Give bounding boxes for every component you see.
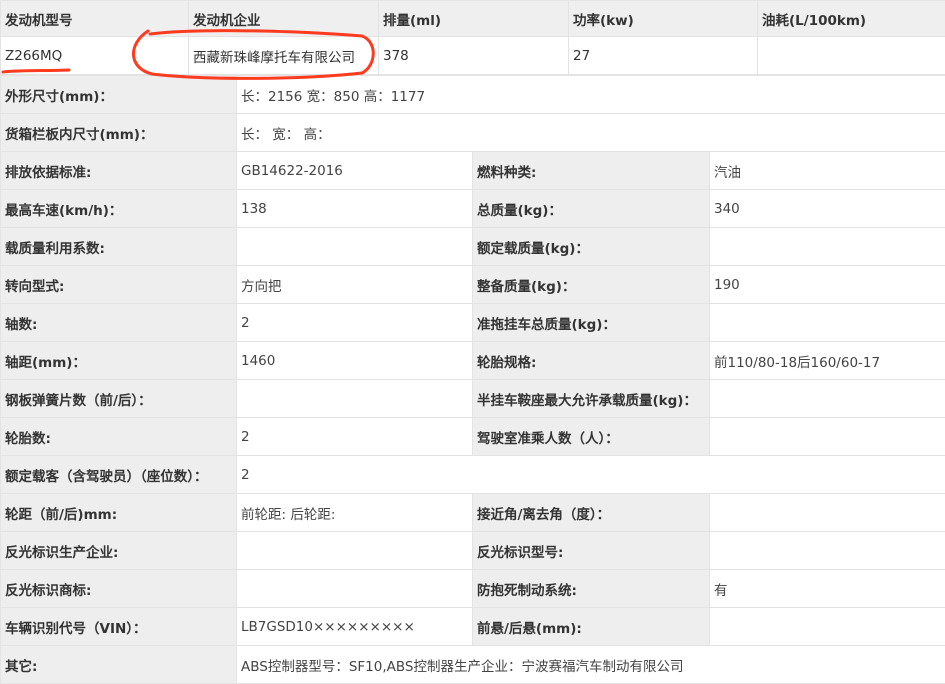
spec-value: 有 bbox=[708, 569, 945, 608]
engine-table-header: 发动机型号 发动机企业 排量(ml) 功率(kw) 油耗(L/100km) bbox=[0, 0, 945, 37]
header-fuel-consumption: 油耗(L/100km) bbox=[757, 0, 945, 37]
spec-row: 轮胎数: 2 驾驶室准乘人数（人）： bbox=[0, 417, 945, 456]
spec-value bbox=[236, 227, 473, 266]
spec-value: 2 bbox=[236, 417, 473, 456]
spec-label: 燃料种类: bbox=[472, 151, 710, 190]
power-value: 27 bbox=[568, 36, 758, 75]
spec-value: 汽油 bbox=[708, 151, 945, 190]
spec-value bbox=[236, 379, 473, 418]
displacement-value: 378 bbox=[378, 36, 569, 75]
spec-value bbox=[708, 303, 945, 342]
spec-label: 反光标识商标: bbox=[0, 569, 237, 608]
spec-value: 前轮距: 后轮距: bbox=[236, 493, 473, 532]
spec-value bbox=[708, 531, 945, 570]
spec-label: 车辆识别代号（VIN）： bbox=[0, 607, 237, 646]
spec-row-dimensions: 外形尺寸(mm)： 长：2156 宽：850 高：1177 bbox=[0, 75, 945, 114]
spec-label: 其它: bbox=[0, 645, 237, 684]
spec-value: ABS控制器型号：SF10,ABS控制器生产企业：宁波赛福汽车制动有限公司 bbox=[235, 645, 945, 684]
spec-row-cargo-dimensions: 货箱栏板内尺寸(mm)： 长： 宽： 高： bbox=[0, 113, 945, 152]
spec-label: 半挂车鞍座最大允许承载质量(kg)： bbox=[472, 379, 710, 418]
spec-row: 转向型式: 方向把 整备质量(kg)： 190 bbox=[0, 265, 945, 304]
spec-value bbox=[708, 493, 945, 532]
spec-row: 钢板弹簧片数（前/后）： 半挂车鞍座最大允许承载质量(kg)： bbox=[0, 379, 945, 418]
header-engine-model: 发动机型号 bbox=[0, 0, 189, 37]
spec-label: 轴数: bbox=[0, 303, 237, 342]
spec-table: 外形尺寸(mm)： 长：2156 宽：850 高：1177 货箱栏板内尺寸(mm… bbox=[0, 75, 945, 684]
spec-row: 反光标识生产企业: 反光标识型号: bbox=[0, 531, 945, 570]
spec-value bbox=[236, 569, 473, 608]
spec-value bbox=[708, 227, 945, 266]
vehicle-spec-page: 发动机型号 发动机企业 排量(ml) 功率(kw) 油耗(L/100km) Z2… bbox=[0, 0, 945, 684]
header-power: 功率(kw) bbox=[568, 0, 758, 37]
spec-label: 反光标识型号: bbox=[472, 531, 710, 570]
spec-value: 2 bbox=[235, 455, 945, 494]
engine-company-value: 西藏新珠峰摩托车有限公司 bbox=[188, 36, 379, 75]
spec-label: 反光标识生产企业: bbox=[0, 531, 237, 570]
spec-row: 轴距(mm)： 1460 轮胎规格: 前110/80-18后160/60-17 bbox=[0, 341, 945, 380]
spec-label: 额定载质量(kg)： bbox=[472, 227, 710, 266]
spec-label: 钢板弹簧片数（前/后）： bbox=[0, 379, 237, 418]
spec-label: 轴距(mm)： bbox=[0, 341, 237, 380]
spec-row: 轴数: 2 准拖挂车总质量(kg)： bbox=[0, 303, 945, 342]
spec-row-other: 其它: ABS控制器型号：SF10,ABS控制器生产企业：宁波赛福汽车制动有限公… bbox=[0, 645, 945, 684]
spec-value: GB14622-2016 bbox=[236, 151, 473, 190]
spec-row: 最高车速(km/h)： 138 总质量(kg)： 340 bbox=[0, 189, 945, 228]
spec-value: 前110/80-18后160/60-17 bbox=[708, 341, 945, 380]
spec-value: 190 bbox=[708, 265, 945, 304]
spec-row-seats: 额定载客（含驾驶员）（座位数）： 2 bbox=[0, 455, 945, 494]
fuel-consumption-value bbox=[757, 36, 945, 75]
spec-value: 长：2156 宽：850 高：1177 bbox=[235, 75, 945, 114]
spec-label: 排放依据标准: bbox=[0, 151, 237, 190]
spec-row: 车辆识别代号（VIN）： LB7GSD10××××××××× 前悬/后悬(mm)… bbox=[0, 607, 945, 646]
spec-value: 方向把 bbox=[236, 265, 473, 304]
engine-table-row: Z266MQ 西藏新珠峰摩托车有限公司 378 27 bbox=[0, 36, 945, 75]
engine-model-value: Z266MQ bbox=[0, 36, 189, 75]
spec-value bbox=[708, 607, 945, 646]
spec-label: 轮距（前/后)mm: bbox=[0, 493, 237, 532]
spec-label: 驾驶室准乘人数（人）： bbox=[472, 417, 710, 456]
spec-row: 反光标识商标: 防抱死制动系统: 有 bbox=[0, 569, 945, 608]
spec-label: 外形尺寸(mm)： bbox=[0, 75, 237, 114]
spec-label: 防抱死制动系统: bbox=[472, 569, 710, 608]
spec-label: 转向型式: bbox=[0, 265, 237, 304]
spec-label: 总质量(kg)： bbox=[472, 189, 710, 228]
header-displacement: 排量(ml) bbox=[378, 0, 569, 37]
spec-label: 整备质量(kg)： bbox=[472, 265, 710, 304]
spec-label: 轮胎数: bbox=[0, 417, 237, 456]
spec-label: 前悬/后悬(mm): bbox=[472, 607, 710, 646]
header-engine-company: 发动机企业 bbox=[188, 0, 379, 37]
spec-value: 1460 bbox=[236, 341, 473, 380]
spec-label: 轮胎规格: bbox=[472, 341, 710, 380]
spec-row: 排放依据标准: GB14622-2016 燃料种类: 汽油 bbox=[0, 151, 945, 190]
spec-value: LB7GSD10××××××××× bbox=[236, 607, 473, 646]
spec-label: 最高车速(km/h)： bbox=[0, 189, 237, 228]
spec-value bbox=[708, 417, 945, 456]
spec-value: 2 bbox=[236, 303, 473, 342]
spec-label: 额定载客（含驾驶员）（座位数）： bbox=[0, 455, 237, 494]
spec-value: 长： 宽： 高： bbox=[235, 113, 945, 152]
spec-value bbox=[708, 379, 945, 418]
spec-label: 载质量利用系数: bbox=[0, 227, 237, 266]
spec-row: 载质量利用系数: 额定载质量(kg)： bbox=[0, 227, 945, 266]
spec-value bbox=[236, 531, 473, 570]
spec-value: 340 bbox=[708, 189, 945, 228]
spec-label: 准拖挂车总质量(kg)： bbox=[472, 303, 710, 342]
spec-label: 货箱栏板内尺寸(mm)： bbox=[0, 113, 237, 152]
engine-table: 发动机型号 发动机企业 排量(ml) 功率(kw) 油耗(L/100km) Z2… bbox=[0, 0, 945, 75]
spec-label: 接近角/离去角（度）： bbox=[472, 493, 710, 532]
spec-value: 138 bbox=[236, 189, 473, 228]
spec-row: 轮距（前/后)mm: 前轮距: 后轮距: 接近角/离去角（度）： bbox=[0, 493, 945, 532]
